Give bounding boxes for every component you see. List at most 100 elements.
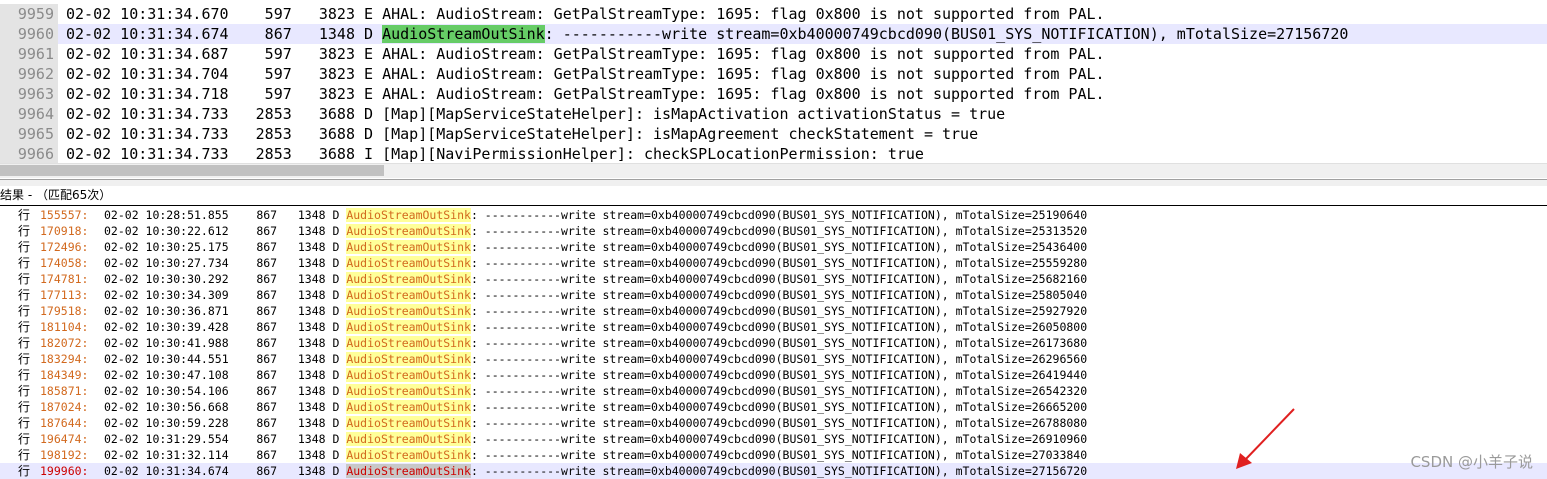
result-text: 02-02 10:30:22.612 867 1348 D AudioStrea… [104, 223, 1087, 239]
result-line-prefix: 行 [18, 416, 31, 430]
result-row[interactable]: 行 184349: 02-02 10:30:47.108 867 1348 D Au… [0, 367, 1547, 383]
editor-scroll-thumb[interactable] [0, 165, 384, 176]
result-text: 02-02 10:30:41.988 867 1348 D AudioStrea… [104, 335, 1087, 351]
log-text: 02-02 10:31:34.674 867 1348 D AudioStrea… [66, 24, 1348, 44]
result-line-prefix: 行 [18, 432, 31, 446]
result-match: AudioStreamOutSink [346, 368, 471, 382]
result-row[interactable]: 行 187644: 02-02 10:30:59.228 867 1348 D Au… [0, 415, 1547, 431]
result-match: AudioStreamOutSink [346, 432, 471, 446]
result-line-prefix: 行 [18, 448, 31, 462]
result-prefix: 02-02 10:30:34.309 867 1348 D [104, 288, 347, 302]
editor-line[interactable]: 9964 02-02 10:31:34.733 2853 3688 D [Map]… [0, 104, 1547, 124]
result-prefix: 02-02 10:30:56.668 867 1348 D [104, 400, 347, 414]
result-row[interactable]: 行 155557: 02-02 10:28:51.855 867 1348 D Au… [0, 207, 1547, 223]
result-line-number[interactable]: 177113: [40, 287, 88, 303]
log-tag: AHAL: AudioStream [382, 45, 536, 63]
editor-line[interactable]: 9961 02-02 10:31:34.687 597 3823 E AHAL: … [0, 44, 1547, 64]
result-row[interactable]: 行 182072: 02-02 10:30:41.988 867 1348 D Au… [0, 335, 1547, 351]
result-line-number[interactable]: 179518: [40, 303, 88, 319]
log-message: : GetPalStreamType: 1695: flag 0x800 is … [535, 65, 1105, 83]
result-line-number[interactable]: 155557: [40, 207, 88, 223]
header-divider [0, 205, 1547, 206]
result-match: AudioStreamOutSink [346, 256, 471, 270]
log-tag: AHAL: AudioStream [382, 5, 536, 23]
result-line-number[interactable]: 187024: [40, 399, 88, 415]
result-row[interactable]: 行 174058: 02-02 10:30:27.734 867 1348 D Au… [0, 255, 1547, 271]
log-message: : -----------write stream=0xb40000749cbc… [544, 25, 1349, 43]
result-prefix: 02-02 10:31:29.554 867 1348 D [104, 432, 347, 446]
result-line-number[interactable]: 172496: [40, 239, 88, 255]
result-match: AudioStreamOutSink [346, 384, 471, 398]
result-prefix: 02-02 10:30:27.734 867 1348 D [104, 256, 347, 270]
log-text: 02-02 10:31:34.687 597 3823 E AHAL: Audi… [66, 44, 1105, 64]
result-line-number[interactable]: 199960: [40, 463, 88, 479]
result-row[interactable]: 行 199960: 02-02 10:31:34.674 867 1348 D Au… [0, 463, 1547, 479]
editor-line[interactable]: 9960 02-02 10:31:34.674 867 1348 D AudioS… [0, 24, 1547, 44]
result-prefix: 02-02 10:30:59.228 867 1348 D [104, 416, 347, 430]
editor-line[interactable]: 9963 02-02 10:31:34.718 597 3823 E AHAL: … [0, 84, 1547, 104]
result-row[interactable]: 行 185871: 02-02 10:30:54.106 867 1348 D Au… [0, 383, 1547, 399]
red-arrow-icon [1236, 408, 1295, 469]
result-message: : -----------write stream=0xb40000749cbc… [470, 288, 1088, 302]
result-line-prefix: 行 [18, 400, 31, 414]
result-text: 02-02 10:30:39.428 867 1348 D AudioStrea… [104, 319, 1087, 335]
result-row[interactable]: 行 179518: 02-02 10:30:36.871 867 1348 D Au… [0, 303, 1547, 319]
editor-line[interactable]: 9966 02-02 10:31:34.733 2853 3688 I [Map]… [0, 144, 1547, 164]
result-line-number[interactable]: 174058: [40, 255, 88, 271]
result-row[interactable]: 行 170918: 02-02 10:30:22.612 867 1348 D Au… [0, 223, 1547, 239]
log-message: : GetPalStreamType: 1695: flag 0x800 is … [535, 5, 1105, 23]
line-number: 9960 [0, 24, 58, 44]
editor-horizontal-scrollbar[interactable] [0, 163, 1547, 178]
result-match: AudioStreamOutSink [346, 224, 471, 238]
result-text: 02-02 10:30:44.551 867 1348 D AudioStrea… [104, 351, 1087, 367]
result-line-prefix: 行 [18, 320, 31, 334]
result-line-number[interactable]: 185871: [40, 383, 88, 399]
result-message: : -----------write stream=0xb40000749cbc… [470, 400, 1088, 414]
log-prefix: 02-02 10:31:34.733 2853 3688 D [66, 105, 383, 123]
result-text: 02-02 10:30:47.108 867 1348 D AudioStrea… [104, 367, 1087, 383]
result-prefix: 02-02 10:28:51.855 867 1348 D [104, 208, 347, 222]
log-prefix: 02-02 10:31:34.687 597 3823 E [66, 45, 383, 63]
log-message: : isMapAgreement checkStatement = true [634, 125, 979, 143]
result-line-number[interactable]: 183294: [40, 351, 88, 367]
result-message: : -----------write stream=0xb40000749cbc… [470, 304, 1088, 318]
result-text: 02-02 10:30:36.871 867 1348 D AudioStrea… [104, 303, 1087, 319]
result-message: : -----------write stream=0xb40000749cbc… [470, 240, 1088, 254]
editor-line[interactable]: 9965 02-02 10:31:34.733 2853 3688 D [Map]… [0, 124, 1547, 144]
result-row[interactable]: 行 181104: 02-02 10:30:39.428 867 1348 D Au… [0, 319, 1547, 335]
log-tag: [Map][MapServiceStateHelper] [382, 105, 635, 123]
result-row[interactable]: 行 177113: 02-02 10:30:34.309 867 1348 D Au… [0, 287, 1547, 303]
result-line-prefix: 行 [18, 208, 31, 222]
result-line-number[interactable]: 196474: [40, 431, 88, 447]
line-number: 9961 [0, 44, 58, 64]
editor-pane[interactable]: 9959 02-02 10:31:34.670 597 3823 E AHAL: … [0, 0, 1547, 180]
result-row[interactable]: 行 198192: 02-02 10:31:32.114 867 1348 D Au… [0, 447, 1547, 463]
editor-line[interactable]: 9962 02-02 10:31:34.704 597 3823 E AHAL: … [0, 64, 1547, 84]
log-tag: AHAL: AudioStream [382, 85, 536, 103]
result-row[interactable]: 行 196474: 02-02 10:31:29.554 867 1348 D Au… [0, 431, 1547, 447]
log-text: 02-02 10:31:34.704 597 3823 E AHAL: Audi… [66, 64, 1105, 84]
log-prefix: 02-02 10:31:34.718 597 3823 E [66, 85, 383, 103]
result-row[interactable]: 行 174781: 02-02 10:30:30.292 867 1348 D Au… [0, 271, 1547, 287]
line-number: 9966 [0, 144, 58, 164]
result-prefix: 02-02 10:30:36.871 867 1348 D [104, 304, 347, 318]
result-line-number[interactable]: 187644: [40, 415, 88, 431]
find-results-pane[interactable]: 结果 - （匹配65次） 行 155557: 02-02 10:28:51.855 … [0, 186, 1547, 479]
result-row[interactable]: 行 172496: 02-02 10:30:25.175 867 1348 D Au… [0, 239, 1547, 255]
result-line-prefix: 行 [18, 368, 31, 382]
result-line-number[interactable]: 174781: [40, 271, 88, 287]
result-line-number[interactable]: 170918: [40, 223, 88, 239]
result-line-number[interactable]: 182072: [40, 335, 88, 351]
result-row[interactable]: 行 183294: 02-02 10:30:44.551 867 1348 D Au… [0, 351, 1547, 367]
result-line-prefix: 行 [18, 336, 31, 350]
find-results-header: 结果 - （匹配65次） [0, 188, 112, 202]
result-text: 02-02 10:31:34.674 867 1348 D AudioStrea… [104, 463, 1087, 479]
result-line-number[interactable]: 184349: [40, 367, 88, 383]
result-line-prefix: 行 [18, 240, 31, 254]
result-line-prefix: 行 [18, 304, 31, 318]
editor-line[interactable]: 9959 02-02 10:31:34.670 597 3823 E AHAL: … [0, 4, 1547, 24]
result-row[interactable]: 行 187024: 02-02 10:30:56.668 867 1348 D Au… [0, 399, 1547, 415]
result-line-number[interactable]: 198192: [40, 447, 88, 463]
result-line-number[interactable]: 181104: [40, 319, 88, 335]
result-match: AudioStreamOutSink [346, 288, 471, 302]
